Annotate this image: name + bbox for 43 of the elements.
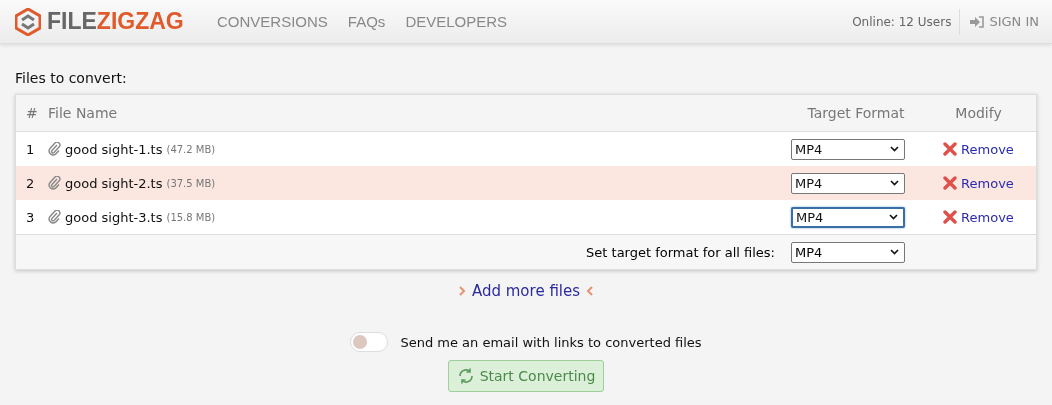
column-header: Modify <box>954 105 1003 121</box>
paperclip-icon <box>48 210 61 224</box>
email-toggle-label: Send me an email with links to converted files <box>400 334 702 350</box>
sign-in-icon <box>970 15 986 28</box>
refresh-icon <box>456 367 475 385</box>
online-count: Online: 12 Users <box>852 8 961 35</box>
file-size: (37.5 MB) <box>166 177 216 189</box>
section-title: Files to convert: <box>15 70 128 86</box>
chevron-down-icon <box>890 180 899 186</box>
close-icon <box>943 176 958 190</box>
email-toggle[interactable] <box>350 332 389 352</box>
chevron-down-icon <box>890 249 899 255</box>
row-number: 2 <box>25 175 36 191</box>
format-select[interactable]: MP4 <box>791 172 905 194</box>
column-header: Target Format <box>806 105 906 121</box>
chevron-down-icon <box>890 146 899 152</box>
paperclip-icon <box>48 176 61 190</box>
set-all-label: Set target format for all files: <box>585 244 776 260</box>
file-name: good sight-1.ts <box>65 141 163 157</box>
logo-icon <box>15 7 41 36</box>
logo-text[interactable]: FILEZIGZAG <box>47 8 184 35</box>
remove-link[interactable]: Remove <box>943 175 1014 191</box>
close-icon <box>943 142 958 156</box>
remove-link[interactable]: Remove <box>943 209 1014 225</box>
format-select[interactable]: MP4 <box>791 241 905 263</box>
add-more-files-link[interactable]: Add more files <box>458 282 594 300</box>
column-header: # <box>25 105 39 121</box>
paperclip-icon <box>48 142 61 156</box>
chevron-left-icon <box>586 286 594 296</box>
file-name: good sight-3.ts <box>65 209 163 225</box>
file-size: (15.8 MB) <box>166 211 216 223</box>
column-header: File Name <box>48 105 119 121</box>
row-number: 3 <box>25 209 36 225</box>
remove-link[interactable]: Remove <box>943 141 1014 157</box>
chevron-right-icon <box>458 286 466 296</box>
file-size: (47.2 MB) <box>166 143 216 155</box>
format-select[interactable]: MP4 <box>791 138 905 160</box>
chevron-down-icon <box>889 214 898 220</box>
format-select[interactable]: MP4 <box>791 206 905 228</box>
close-icon <box>943 210 958 224</box>
row-number: 1 <box>25 141 36 157</box>
file-name: good sight-2.ts <box>65 175 163 191</box>
start-converting-button[interactable]: Start Converting <box>447 360 605 392</box>
